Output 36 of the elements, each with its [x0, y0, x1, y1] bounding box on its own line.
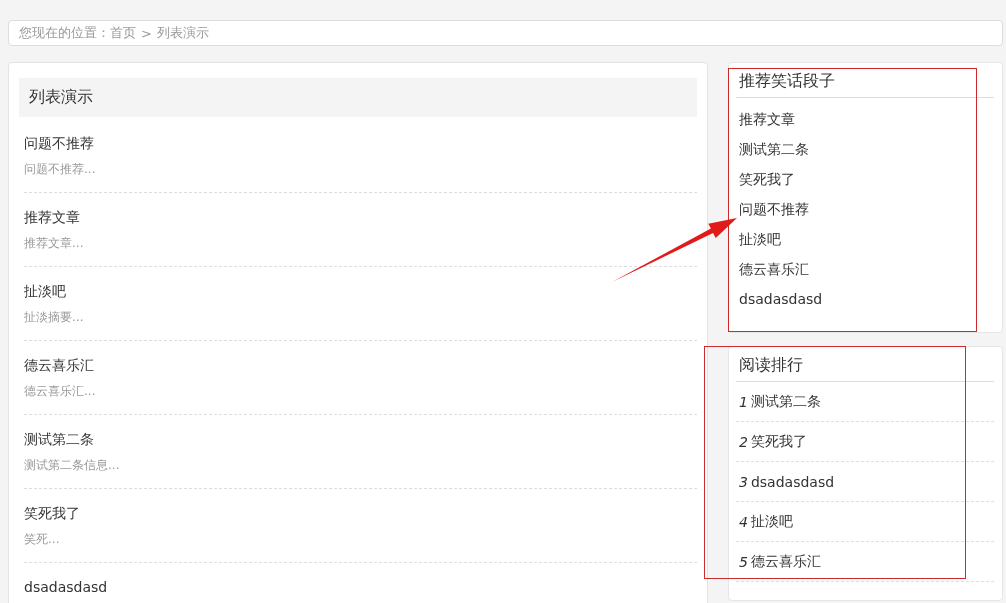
rank-number: 3 — [739, 473, 748, 490]
sidebar-link[interactable]: 推荐文章 — [739, 111, 795, 127]
article-summary: 德云喜乐汇... — [24, 383, 96, 400]
breadcrumb-label: 您现在的位置： — [19, 24, 110, 42]
sidebar-link[interactable]: 测试第二条 — [739, 141, 809, 157]
article-title-link[interactable]: dsadasdasd — [24, 577, 108, 597]
rank-number: 1 — [739, 393, 748, 410]
rank-number: 4 — [739, 513, 748, 530]
sidebar-link[interactable]: 扯淡吧 — [739, 231, 781, 247]
list-title: 列表演示 — [19, 78, 697, 117]
article-title-link[interactable]: 推荐文章 — [24, 207, 80, 227]
article-summary: 问题不推荐... — [24, 161, 96, 178]
article-summary: 笑死... — [24, 531, 60, 548]
panel-title: 推荐笑话段子 — [736, 71, 994, 98]
article-summary: 测试第二条信息... — [24, 457, 120, 474]
ranking-link[interactable]: 扯淡吧 — [750, 512, 793, 531]
article-title-link[interactable]: 扯淡吧 — [24, 281, 66, 301]
sidebar-link[interactable]: 德云喜乐汇 — [739, 261, 809, 277]
rank-number: 2 — [739, 433, 748, 450]
article-title-link[interactable]: 测试第二条 — [24, 429, 94, 449]
sidebar-link[interactable]: 问题不推荐 — [739, 201, 809, 217]
breadcrumb-separator: > — [141, 25, 152, 41]
ranking-link[interactable]: 德云喜乐汇 — [750, 552, 821, 571]
ranking-link[interactable]: 测试第二条 — [750, 392, 821, 411]
sidebar-link[interactable]: dsadasdasd — [739, 291, 823, 307]
sidebar-link[interactable]: 笑死我了 — [739, 171, 795, 187]
article-title-link[interactable]: 德云喜乐汇 — [24, 355, 94, 375]
breadcrumb-current: 列表演示 — [156, 24, 209, 42]
ranking-link[interactable]: dsadasdasd — [750, 473, 835, 490]
article-summary: 扯淡摘要... — [24, 309, 84, 326]
article-summary: 推荐文章... — [24, 235, 84, 252]
ranking-link[interactable]: 笑死我了 — [750, 432, 807, 451]
article-title-link[interactable]: 笑死我了 — [24, 503, 80, 523]
rank-number: 5 — [739, 553, 748, 570]
panel-title: 阅读排行 — [736, 355, 994, 382]
article-title-link[interactable]: 问题不推荐 — [24, 133, 94, 153]
